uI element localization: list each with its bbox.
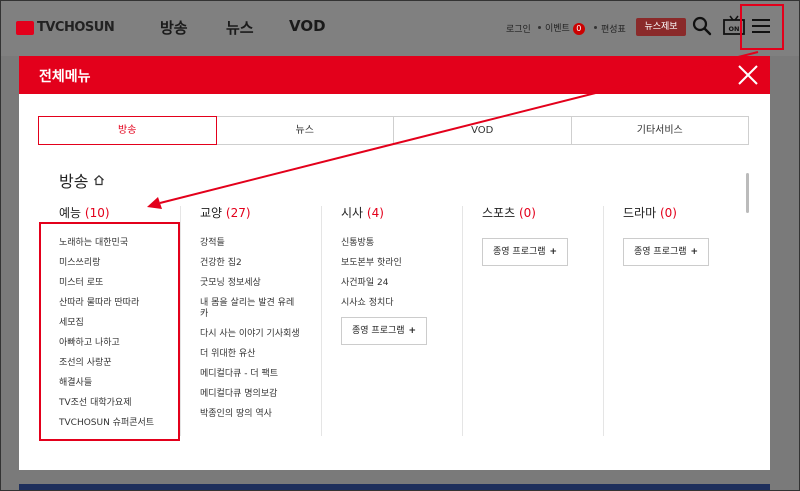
column-divider (180, 206, 181, 436)
login-link[interactable]: 로그인 (506, 22, 531, 35)
program-item[interactable]: 보도본부 핫라인 (341, 258, 441, 269)
separator-dot (594, 26, 597, 29)
section-title: 방송 (59, 168, 105, 192)
category-count: (27) (225, 206, 251, 220)
ended-programs-button[interactable]: 종영 프로그램 + (341, 317, 428, 345)
category-count: (4) (366, 206, 384, 220)
category-title: 시사 (341, 206, 364, 220)
category-header[interactable]: 예능 (10) (59, 204, 159, 221)
category-header[interactable]: 스포츠 (0) (482, 204, 568, 221)
program-item[interactable]: 내 몸을 살리는 발견 유레카 (200, 298, 300, 320)
logo-text: TVCHOSUN (37, 20, 115, 35)
schedule-link[interactable]: 편성표 (601, 22, 626, 35)
category-title: 교양 (200, 206, 223, 220)
category-title: 스포츠 (482, 206, 516, 220)
ended-programs-label: 종영 프로그램 (352, 326, 405, 336)
highlight-entertainment-list (39, 222, 180, 441)
ended-programs-label: 종영 프로그램 (493, 247, 546, 257)
nav-item-news[interactable]: 뉴스 (226, 17, 254, 38)
ended-programs-button[interactable]: 종영 프로그램 + (623, 238, 710, 266)
category-title: 드라마 (623, 206, 657, 220)
nav-item-broadcast[interactable]: 방송 (160, 17, 188, 38)
ended-programs-button[interactable]: 종영 프로그램 + (482, 238, 569, 266)
category-title: 예능 (59, 206, 82, 220)
category-culture: 교양 (27) 강적들 건강한 집2 굿모닝 정보세상 내 몸을 살리는 발견 … (200, 204, 300, 429)
category-header[interactable]: 드라마 (0) (623, 204, 709, 221)
onair-label: ON (729, 25, 740, 33)
search-icon[interactable] (692, 16, 712, 36)
nav-item-vod[interactable]: VOD (289, 17, 326, 35)
event-link[interactable]: 이벤트 0 (545, 21, 585, 35)
logo-mark-icon (16, 20, 34, 35)
program-item[interactable]: 박종인의 땅의 역사 (200, 409, 300, 420)
category-count: (0) (518, 206, 536, 220)
news-tip-button[interactable]: 뉴스제보 (636, 18, 686, 36)
category-current-affairs: 시사 (4) 신통방통 보도본부 핫라인 사건파일 24 시사쇼 정치다 종영 … (341, 204, 441, 345)
plus-icon: + (549, 247, 558, 257)
menu-header: 전체메뉴 (19, 56, 770, 94)
scrollbar[interactable] (746, 173, 749, 213)
category-header[interactable]: 교양 (27) (200, 204, 300, 221)
category-count: (0) (659, 206, 677, 220)
close-icon[interactable] (737, 64, 759, 86)
tab-news[interactable]: 뉴스 (215, 116, 394, 145)
column-divider (603, 206, 604, 436)
category-sports: 스포츠 (0) 종영 프로그램 + (482, 204, 569, 266)
tab-broadcast[interactable]: 방송 (38, 116, 217, 145)
program-item[interactable]: 다시 사는 이야기 기사회생 (200, 329, 300, 340)
home-icon[interactable] (93, 174, 105, 186)
section-title-text: 방송 (59, 172, 89, 191)
program-item[interactable]: 사건파일 24 (341, 278, 441, 289)
category-count: (10) (84, 206, 110, 220)
program-item[interactable]: 메디컬다큐 명의보감 (200, 389, 300, 400)
event-count-badge: 0 (572, 23, 585, 35)
plus-icon: + (408, 326, 417, 336)
program-item[interactable]: 메디컬다큐 - 더 팩트 (200, 369, 300, 380)
column-divider (321, 206, 322, 436)
column-divider (462, 206, 463, 436)
highlight-menu-button (740, 4, 784, 50)
site-logo[interactable]: TVCHOSUN (16, 20, 115, 35)
ended-programs-label: 종영 프로그램 (634, 247, 687, 257)
top-header: TVCHOSUN 방송 뉴스 VOD 로그인 이벤트 0 편성표 뉴스제보 ON (0, 0, 800, 56)
separator-dot (538, 26, 541, 29)
program-item[interactable]: 시사쇼 정치다 (341, 298, 441, 309)
event-label: 이벤트 (545, 24, 570, 34)
category-header[interactable]: 시사 (4) (341, 204, 441, 221)
plus-icon: + (690, 247, 699, 257)
tab-vod[interactable]: VOD (393, 116, 572, 145)
menu-title: 전체메뉴 (39, 69, 91, 85)
program-item[interactable]: 굿모닝 정보세상 (200, 278, 300, 289)
program-item[interactable]: 강적들 (200, 238, 300, 249)
page-bottom-strip (19, 484, 770, 491)
program-item[interactable]: 더 위대한 유산 (200, 349, 300, 360)
tab-other-services[interactable]: 기타서비스 (570, 116, 749, 145)
category-drama: 드라마 (0) 종영 프로그램 + (623, 204, 710, 266)
program-item[interactable]: 건강한 집2 (200, 258, 300, 269)
program-item[interactable]: 신통방통 (341, 238, 441, 249)
menu-tabs: 방송 뉴스 VOD 기타서비스 (38, 116, 749, 145)
